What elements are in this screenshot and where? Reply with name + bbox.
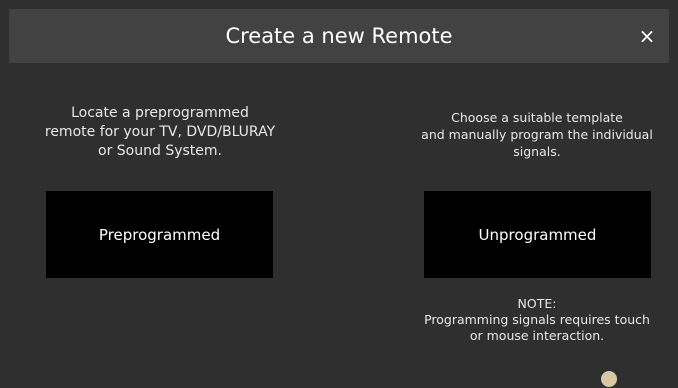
dialog-title: Create a new Remote [225,24,453,48]
programming-note-text: NOTE: Programming signals requires touch… [424,296,650,343]
programming-note: NOTE: Programming signals requires touch… [413,296,661,344]
preprogrammed-button-label: Preprogrammed [98,225,221,244]
create-remote-dialog: Create a new Remote × Locate a preprogra… [0,0,678,388]
preprogrammed-description-text: Locate a preprogrammed remote for your T… [44,105,276,159]
partial-circle-indicator [601,371,617,387]
unprogrammed-button-label: Unprogrammed [478,225,597,244]
preprogrammed-description: Locate a preprogrammed remote for your T… [40,104,280,161]
unprogrammed-description-text: Choose a suitable template and manually … [421,110,653,159]
unprogrammed-button[interactable]: Unprogrammed [424,191,651,278]
unprogrammed-description: Choose a suitable template and manually … [413,109,661,160]
preprogrammed-button[interactable]: Preprogrammed [46,191,273,278]
dialog-header: Create a new Remote × [9,9,669,63]
close-icon[interactable]: × [633,22,661,50]
